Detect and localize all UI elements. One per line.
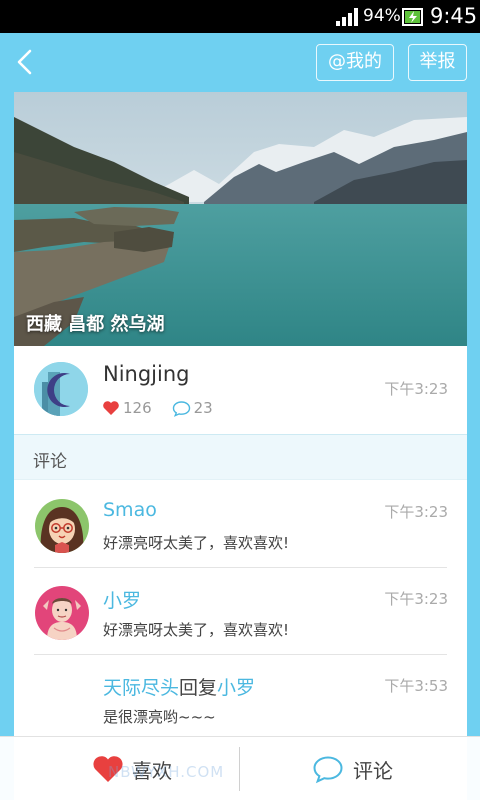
reply-target-name[interactable]: 小罗: [217, 677, 255, 699]
commenter-avatar[interactable]: [35, 499, 89, 553]
post-card: 西藏 昌都 然乌湖 Ningjing 126 23 下午3:23 评论 Smao…: [14, 92, 467, 800]
top-bar: @我的 举报: [0, 33, 480, 91]
comment-item[interactable]: 小罗 好漂亮呀太美了，喜欢喜欢! 下午3:23: [14, 568, 467, 655]
comment-time: 下午3:23: [384, 590, 448, 608]
comment-item[interactable]: Smao 好漂亮呀太美了，喜欢喜欢! 下午3:23: [14, 481, 467, 568]
comment-time: 下午3:53: [384, 677, 448, 695]
heart-icon: [93, 756, 123, 782]
comment-bubble-icon[interactable]: [172, 400, 191, 417]
commenter-name[interactable]: 小罗: [103, 586, 141, 613]
comment-time: 下午3:23: [384, 503, 448, 521]
mine-button[interactable]: @我的: [316, 44, 394, 81]
post-photo[interactable]: 西藏 昌都 然乌湖: [14, 92, 467, 346]
report-button[interactable]: 举报: [408, 44, 467, 81]
comment-bubble-icon: [313, 755, 343, 783]
comment-button[interactable]: 评论: [312, 737, 393, 800]
author-avatar[interactable]: [34, 362, 88, 416]
location-caption: 西藏 昌都 然乌湖: [26, 314, 165, 335]
comment-text: 好漂亮呀太美了，喜欢喜欢!: [103, 534, 290, 552]
like-count: 126: [123, 399, 152, 417]
comment-count: 23: [193, 399, 213, 417]
comments-section-header: 评论: [14, 434, 467, 480]
divider: [239, 747, 240, 791]
heart-icon[interactable]: [102, 400, 120, 416]
commenter-avatar[interactable]: [35, 586, 89, 640]
lake-landscape-image: [14, 92, 467, 346]
post-time: 下午3:23: [384, 380, 448, 398]
replier-name[interactable]: 天际尽头: [103, 677, 179, 699]
reply-header: 天际尽头回复小罗: [103, 673, 255, 700]
comment-text: 好漂亮呀太美了，喜欢喜欢!: [103, 621, 290, 639]
moon-avatar-image: [34, 362, 88, 416]
man-avatar-image: [35, 586, 89, 640]
bottom-action-bar: 喜欢 评论 NBWYXH.COM: [0, 736, 480, 800]
signal-icon: [336, 8, 358, 26]
comment-button-label: 评论: [353, 758, 393, 783]
clock: 9:45: [430, 4, 478, 28]
author-row: Ningjing 126 23 下午3:23: [14, 346, 467, 434]
reply-word: 回复: [179, 677, 218, 699]
commenter-name[interactable]: Smao: [103, 499, 157, 521]
like-button-label: 喜欢: [132, 758, 172, 783]
back-arrow-icon[interactable]: [10, 43, 44, 81]
comment-text: 是很漂亮哟~~~: [103, 708, 216, 726]
comments-section-title: 评论: [33, 452, 67, 472]
battery-charging-icon: [402, 8, 423, 26]
battery-percent: 94%: [363, 6, 401, 26]
like-button[interactable]: 喜欢: [92, 737, 172, 800]
author-name[interactable]: Ningjing: [103, 362, 190, 386]
girl-avatar-image: [35, 499, 89, 553]
post-stats: 126 23: [102, 398, 213, 418]
status-bar: 94% 9:45: [0, 0, 480, 33]
reply-item[interactable]: 天际尽头回复小罗 是很漂亮哟~~~ 下午3:53: [14, 655, 467, 742]
